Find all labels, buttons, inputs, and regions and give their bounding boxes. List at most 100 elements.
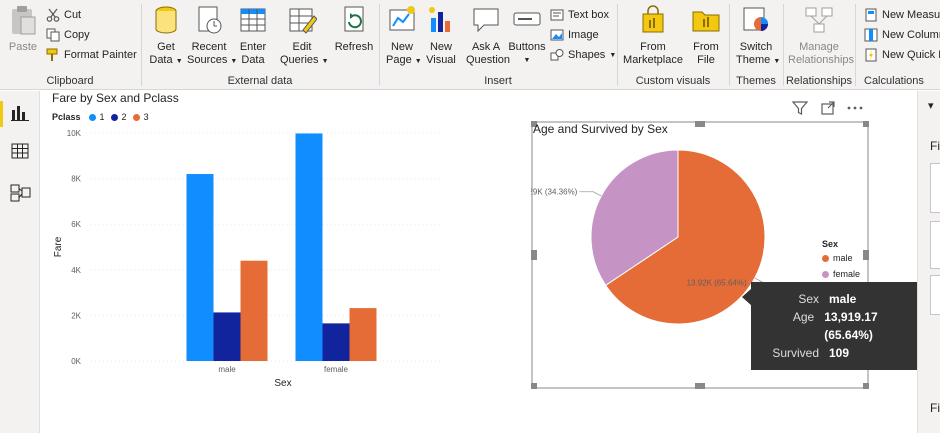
bar-chart-visual[interactable]: Fare by Sex and Pclass Pclass 1 2 3 0K 2K…	[41, 91, 461, 433]
shapes-label: Shapes	[568, 49, 606, 61]
bar-male-pclass-1[interactable]	[186, 174, 214, 361]
text-box-button[interactable]: Text box	[550, 6, 609, 24]
paste-button[interactable]: Paste	[6, 4, 40, 54]
edit-table-icon	[287, 4, 318, 36]
format-painter-label: Format Painter	[64, 49, 137, 61]
focus-mode-icon[interactable]	[820, 100, 836, 121]
bar-legend-swatch-3	[132, 113, 140, 121]
new-column-button[interactable]: New Column	[864, 26, 940, 44]
bar-legend-swatch-2	[110, 113, 118, 121]
chevron-down-icon: ▼	[414, 58, 422, 65]
switch-theme-button[interactable]: Switch Theme ▼	[736, 4, 780, 68]
edit-queries-button[interactable]: Edit Queries ▼	[280, 4, 329, 68]
calculator-icon	[864, 8, 878, 22]
copy-button[interactable]: Copy	[46, 26, 90, 44]
from-marketplace-button[interactable]: From Marketplace	[622, 4, 684, 67]
new-visual-button[interactable]: New Visual	[424, 4, 458, 67]
y-tick-label: 10K	[67, 129, 82, 138]
more-options-icon[interactable]	[846, 100, 864, 121]
get-data-button[interactable]: Get Data ▼	[148, 4, 184, 68]
insert-group-label: Insert	[484, 75, 512, 87]
pie-legend-entry-female: female	[822, 269, 860, 279]
filter-well[interactable]	[930, 275, 940, 315]
bar-male-pclass-2[interactable]	[213, 312, 241, 361]
new-quick-measure-label: New Quick M	[882, 49, 940, 61]
manage-relationships-button[interactable]: Manage Relationships	[788, 4, 854, 67]
insert-group: New Page ▼ New Visual Ask A Question But…	[380, 0, 616, 90]
copy-label: Copy	[64, 29, 90, 41]
pie-data-label: 13.92K (65.64%)	[687, 278, 747, 287]
pie-legend-swatch-male	[822, 254, 829, 262]
get-data-label-1: Get	[157, 41, 175, 53]
pie-data-label: 7.29K (34.36%)	[531, 188, 578, 197]
enter-data-button[interactable]: Enter Data	[236, 4, 270, 67]
clipboard-group-label: Clipboard	[46, 75, 94, 87]
switch-theme-label-2: Theme	[736, 54, 771, 66]
refresh-button[interactable]: Refresh	[334, 4, 374, 54]
ask-question-button[interactable]: Ask A Question	[466, 4, 510, 67]
relationships-group-label: Relationships	[785, 75, 853, 87]
refresh-label: Refresh	[334, 41, 374, 53]
resize-handle[interactable]	[863, 121, 869, 127]
marketplace-bag-icon	[638, 4, 668, 36]
pie-chart-title: Age and Survived by Sex	[533, 122, 668, 136]
resize-handle[interactable]	[695, 121, 705, 127]
quick-measure-icon	[864, 48, 878, 62]
paste-label: Paste	[8, 41, 38, 53]
resize-handle[interactable]	[531, 250, 537, 260]
filters-pane-label-1: Fi	[930, 139, 940, 153]
resize-handle[interactable]	[863, 383, 869, 389]
recent-sources-button[interactable]: Recent Sources ▼	[187, 4, 237, 68]
text-box-icon	[550, 8, 564, 22]
bar-female-pclass-1[interactable]	[295, 133, 323, 361]
resize-handle[interactable]	[863, 250, 869, 260]
from-file-label-1: From	[693, 41, 719, 53]
new-page-button[interactable]: New Page ▼	[386, 4, 422, 68]
recent-sources-label-row: Sources ▼	[187, 54, 237, 68]
data-view-button[interactable]	[0, 136, 40, 170]
pane-collapse-icon[interactable]: ▾	[928, 99, 934, 112]
filter-well[interactable]	[930, 163, 940, 213]
cut-button[interactable]: Cut	[46, 6, 81, 24]
filter-well[interactable]	[930, 221, 940, 269]
resize-handle[interactable]	[695, 383, 705, 389]
bar-chart-legend[interactable]: Pclass 1 2 3	[52, 112, 149, 122]
model-view-button[interactable]	[0, 177, 40, 211]
tooltip-row-survived: Survived 109	[761, 344, 921, 362]
shapes-button[interactable]: Shapes ▼	[550, 46, 616, 64]
bar-female-pclass-2[interactable]	[322, 323, 350, 361]
switch-theme-label-1: Switch	[739, 41, 773, 53]
pie-chart-legend[interactable]: Sex male female	[822, 239, 860, 279]
get-data-label-2: Data	[149, 54, 173, 66]
chevron-down-icon: ▼	[175, 58, 183, 65]
from-marketplace-label-1: From	[640, 41, 666, 53]
new-page-chart-icon	[387, 4, 417, 36]
custom-visuals-group-label: Custom visuals	[635, 75, 711, 87]
buttons-button[interactable]: Buttons ▼	[508, 4, 546, 67]
themes-group: Switch Theme ▼ Themes	[730, 0, 782, 90]
image-button[interactable]: Image	[550, 26, 599, 44]
bar-male-pclass-3[interactable]	[240, 260, 268, 361]
new-quick-measure-button[interactable]: New Quick M	[864, 46, 940, 64]
pie-legend-entry-male: male	[822, 253, 860, 263]
resize-handle[interactable]	[531, 383, 537, 389]
bar-legend-item-2: 2	[121, 112, 127, 122]
pie-legend-swatch-female	[822, 270, 829, 278]
ask-question-label-1: Ask A	[471, 41, 501, 53]
format-painter-button[interactable]: Format Painter	[46, 46, 137, 64]
new-page-label-2: Page	[386, 54, 412, 66]
report-view-button[interactable]	[0, 97, 40, 131]
bar-chart-plot: 0K 2K 4K 6K 8K 10K male female Sex Fare	[53, 129, 441, 389]
bar-female-pclass-3[interactable]	[349, 308, 377, 361]
y-axis-title: Fare	[53, 236, 64, 257]
from-marketplace-label-2: Marketplace	[623, 54, 683, 66]
filter-icon[interactable]	[791, 100, 809, 121]
report-canvas[interactable]: Fare by Sex and Pclass Pclass 1 2 3 0K 2K…	[41, 91, 931, 433]
recent-sources-label-2: Sources	[187, 54, 228, 66]
tooltip-value: 13,919.17 (65.64%)	[824, 310, 878, 342]
from-file-button[interactable]: From File	[688, 4, 724, 67]
clipboard-group: Paste Cut Copy Format Painter Clipboard	[0, 0, 140, 90]
new-column-label: New Column	[882, 29, 940, 41]
pie-legend-item-male: male	[833, 253, 853, 263]
new-measure-button[interactable]: New Measure	[864, 6, 940, 24]
